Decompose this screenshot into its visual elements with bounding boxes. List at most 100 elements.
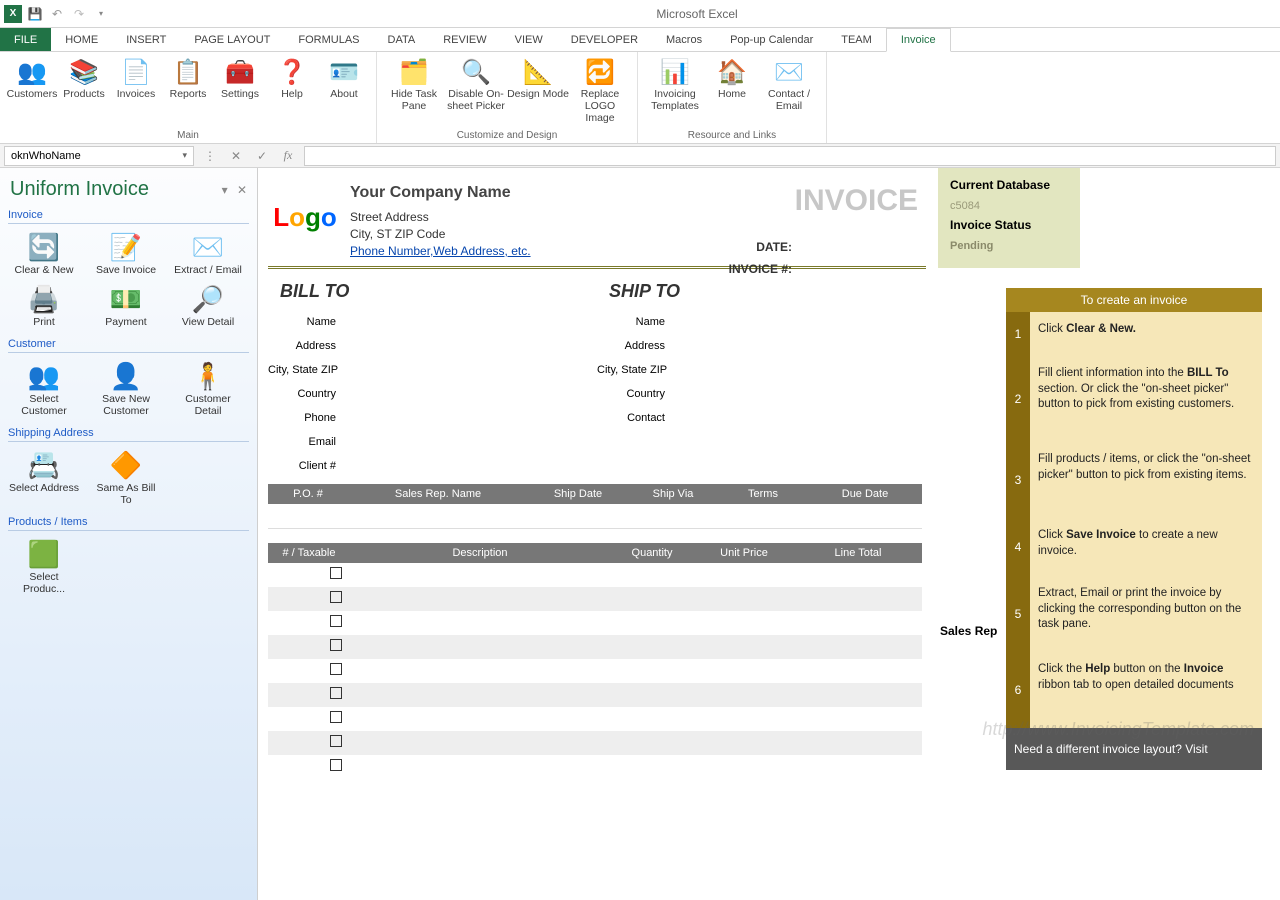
ribbon-invoices[interactable]: 📄Invoices (110, 54, 162, 102)
item-col: # / Taxable (268, 543, 350, 563)
hide-task-pane-icon: 🗂️ (398, 56, 430, 88)
help-title: To create an invoice (1006, 288, 1262, 312)
ribbon-products[interactable]: 📚Products (58, 54, 110, 102)
tp-clear-new[interactable]: 🔄Clear & New (8, 228, 80, 278)
tab-page-layout[interactable]: PAGE LAYOUT (180, 28, 284, 51)
fx-icon[interactable]: fx (278, 148, 298, 163)
item-col: Quantity (610, 543, 694, 563)
ribbon-settings[interactable]: 🧰Settings (214, 54, 266, 102)
ribbon-about[interactable]: 🪪About (318, 54, 370, 102)
billto-label: City, State ZIP (268, 364, 372, 376)
tp-view-detail[interactable]: 🔎View Detail (172, 280, 244, 330)
about-icon: 🪪 (328, 56, 360, 88)
save-icon[interactable]: 💾 (26, 5, 44, 23)
tp-select-products[interactable]: 🟩Select Produc... (8, 535, 80, 597)
checkbox[interactable] (330, 639, 342, 651)
save-new-customer-icon: 👤 (109, 359, 143, 393)
item-table: # / TaxableDescriptionQuantityUnit Price… (268, 543, 922, 779)
step-number: 4 (1006, 518, 1030, 576)
table-row[interactable] (268, 635, 922, 659)
company-link[interactable]: Phone Number,Web Address, etc. (350, 244, 531, 258)
tab-invoice[interactable]: Invoice (886, 28, 951, 52)
invoicing-templates-icon: 📊 (659, 56, 691, 88)
ribbon-help[interactable]: ❓Help (266, 54, 318, 102)
tab-team[interactable]: TEAM (827, 28, 886, 51)
watermark: http://www.InvoicingTemplate.com (983, 719, 1254, 740)
ribbon-design-mode[interactable]: 📐Design Mode (507, 54, 569, 102)
ribbon-contact-email[interactable]: ✉️Contact / Email (758, 54, 820, 114)
checkbox[interactable] (330, 711, 342, 723)
redo-icon[interactable]: ↷ (70, 5, 88, 23)
checkbox[interactable] (330, 567, 342, 579)
shipto-label: Contact (597, 412, 671, 424)
tp-save-new-customer[interactable]: 👤Save New Customer (90, 357, 162, 419)
tp-save-invoice[interactable]: 📝Save Invoice (90, 228, 162, 278)
table-row[interactable] (268, 707, 922, 731)
help-panel: To create an invoice 1Click Clear & New.… (1006, 288, 1262, 770)
tp-extract-email[interactable]: ✉️Extract / Email (172, 228, 244, 278)
tab-developer[interactable]: DEVELOPER (557, 28, 652, 51)
billto-label: Phone (268, 412, 342, 424)
table-row[interactable] (268, 563, 922, 587)
ribbon-customers[interactable]: 👥Customers (6, 54, 58, 102)
help-step: 3Fill products / items, or click the "on… (1006, 442, 1262, 518)
table-row[interactable] (268, 683, 922, 707)
table-row[interactable] (268, 755, 922, 779)
worksheet[interactable]: Logo Your Company Name Street Address Ci… (258, 168, 1280, 900)
status-label: Invoice Status (950, 218, 1068, 232)
tab-formulas[interactable]: FORMULAS (284, 28, 373, 51)
billto-label: Client # (268, 460, 342, 472)
step-text: Fill client information into the BILL To… (1030, 356, 1262, 442)
checkbox[interactable] (330, 687, 342, 699)
tab-view[interactable]: VIEW (501, 28, 557, 51)
step-text: Fill products / items, or click the "on-… (1030, 442, 1262, 518)
customers-icon: 👥 (16, 56, 48, 88)
tp-customer-detail[interactable]: 🧍Customer Detail (172, 357, 244, 419)
checkbox[interactable] (330, 735, 342, 747)
ribbon-reports[interactable]: 📋Reports (162, 54, 214, 102)
checkbox[interactable] (330, 759, 342, 771)
table-row[interactable] (268, 587, 922, 611)
tab-insert[interactable]: INSERT (112, 28, 180, 51)
chevron-down-icon[interactable]: ▾ (182, 150, 187, 161)
step-text: Extract, Email or print the invoice by c… (1030, 576, 1262, 652)
ribbon-invoicing-templates[interactable]: 📊Invoicing Templates (644, 54, 706, 114)
tab-file[interactable]: FILE (0, 28, 51, 51)
checkbox[interactable] (330, 591, 342, 603)
tp-same-as-bill-to[interactable]: 🔶Same As Bill To (90, 446, 162, 508)
ribbon-disable-picker[interactable]: 🔍Disable On-sheet Picker (445, 54, 507, 114)
tab-popup-calendar[interactable]: Pop-up Calendar (716, 28, 827, 51)
tp-select-customer[interactable]: 👥Select Customer (8, 357, 80, 419)
taskpane-close-icon[interactable]: ✕ (237, 183, 247, 197)
cancel-icon[interactable]: ✕ (226, 149, 246, 163)
formula-input[interactable] (304, 146, 1276, 166)
ribbon-replace-logo[interactable]: 🔁Replace LOGO Image (569, 54, 631, 126)
checkbox[interactable] (330, 663, 342, 675)
tab-data[interactable]: DATA (374, 28, 430, 51)
ribbon-hide-task-pane[interactable]: 🗂️Hide Task Pane (383, 54, 445, 114)
shipto-label: Name (597, 316, 671, 328)
divider-icon: ⋮ (200, 149, 220, 163)
ribbon-home[interactable]: 🏠Home (706, 54, 758, 102)
payment-icon: 💵 (109, 282, 143, 316)
qat-dropdown-icon[interactable]: ▾ (92, 5, 110, 23)
taskpane-menu-icon[interactable]: ▾ (222, 183, 228, 197)
tab-home[interactable]: HOME (51, 28, 112, 51)
select-address-icon: 📇 (27, 448, 61, 482)
tab-review[interactable]: REVIEW (429, 28, 500, 51)
enter-icon[interactable]: ✓ (252, 149, 272, 163)
help-step: 5Extract, Email or print the invoice by … (1006, 576, 1262, 652)
tab-macros[interactable]: Macros (652, 28, 716, 51)
database-box: Current Database c5084 Invoice Status Pe… (938, 168, 1080, 268)
table-row[interactable] (268, 611, 922, 635)
tp-select-address[interactable]: 📇Select Address (8, 446, 80, 508)
company-name: Your Company Name (350, 184, 531, 202)
meta-table: P.O. #Sales Rep. NameShip DateShip ViaTe… (268, 484, 922, 529)
tp-payment[interactable]: 💵Payment (90, 280, 162, 330)
tp-print[interactable]: 🖨️Print (8, 280, 80, 330)
name-box[interactable]: oknWhoName ▾ (4, 146, 194, 166)
table-row[interactable] (268, 659, 922, 683)
checkbox[interactable] (330, 615, 342, 627)
table-row[interactable] (268, 731, 922, 755)
undo-icon[interactable]: ↶ (48, 5, 66, 23)
